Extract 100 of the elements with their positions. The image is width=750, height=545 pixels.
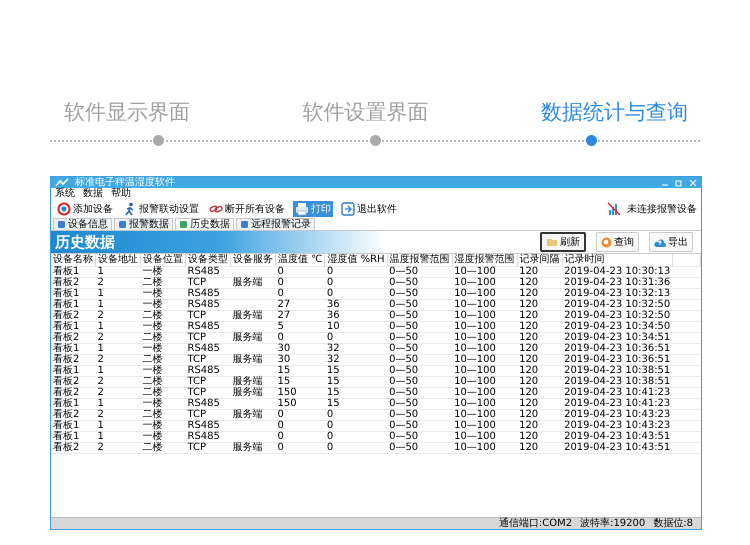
- no-signal-icon: [607, 202, 621, 216]
- table-cell: 1: [96, 432, 140, 442]
- action-button[interactable]: 导出: [649, 232, 693, 252]
- table-cell: TCP: [186, 376, 230, 388]
- table-cell: 二楼: [140, 332, 186, 344]
- table-cell: 2019-04-23 10:43:51: [562, 442, 672, 454]
- table-cell: 120: [517, 322, 562, 332]
- table-cell: 0: [276, 332, 325, 344]
- table-cell: 2019-04-23 10:36:51: [562, 354, 672, 366]
- table-cell: 看板2: [51, 278, 96, 288]
- section-title: 历史数据: [55, 232, 115, 252]
- toolbar-button[interactable]: 退出软件: [339, 200, 399, 216]
- table-cell: 10—100: [452, 442, 518, 454]
- table-cell: 0—50: [387, 354, 452, 366]
- table-cell: RS485: [186, 432, 230, 442]
- action-button[interactable]: 刷新: [540, 232, 586, 252]
- toolbar-button[interactable]: 添加设备: [55, 200, 115, 216]
- table-cell: 0—50: [387, 420, 452, 432]
- table-cell: 看板2: [51, 332, 96, 344]
- column-header[interactable]: 设备名称: [51, 254, 96, 266]
- table-cell: 0—50: [387, 266, 452, 278]
- tab[interactable]: 远程报警记录: [236, 218, 315, 230]
- tab[interactable]: 历史数据: [175, 218, 234, 230]
- table-cell: 服务端: [230, 442, 276, 454]
- table-cell: 看板2: [51, 388, 96, 398]
- table-cell: TCP: [186, 278, 230, 288]
- table-cell: 10—100: [452, 310, 518, 322]
- table-cell: 15: [324, 398, 388, 410]
- toolbar-button[interactable]: 断开所有设备: [207, 200, 287, 216]
- table-cell: 2019-04-23 10:36:51: [562, 344, 672, 354]
- table-cell: 150: [276, 388, 325, 398]
- table-cell: 10—100: [452, 354, 518, 366]
- table-cell: 看板1: [51, 398, 96, 410]
- table-cell: 服务端: [230, 278, 276, 288]
- table-cell: 2019-04-23 10:34:50: [562, 322, 672, 332]
- table-cell: 0—50: [387, 442, 452, 454]
- column-header[interactable]: 设备地址: [96, 254, 140, 266]
- table-cell: 看板2: [51, 354, 96, 366]
- column-header[interactable]: 记录间隔: [517, 254, 562, 266]
- menu-item[interactable]: 系统: [55, 188, 75, 199]
- close-icon[interactable]: [689, 178, 697, 186]
- table-cell: 32: [324, 344, 388, 354]
- table-cell: 2019-04-23 10:43:51: [562, 432, 672, 442]
- table-cell: 15: [276, 366, 325, 376]
- table-cell: RS485: [186, 322, 230, 332]
- table-cell: 服务端: [230, 310, 276, 322]
- table-cell: 120: [517, 366, 562, 376]
- table-cell: 0: [324, 278, 388, 288]
- restore-icon[interactable]: [675, 178, 683, 186]
- table-cell: 一楼: [140, 266, 186, 278]
- table-cell: 120: [517, 300, 562, 310]
- table-cell: 120: [517, 344, 562, 354]
- table-cell: 30: [276, 344, 325, 354]
- table-cell: 0—50: [387, 300, 452, 310]
- toolbar-button[interactable]: 报警联动设置: [121, 200, 201, 216]
- column-header[interactable]: 设备类型: [186, 254, 230, 266]
- table-cell: 服务端: [230, 388, 276, 398]
- table-cell: 2: [96, 442, 140, 454]
- table-cell: 120: [517, 376, 562, 388]
- table-cell: 服务端: [230, 332, 276, 344]
- table-cell: 0—50: [387, 278, 452, 288]
- table-cell: 0—50: [387, 310, 452, 322]
- table-cell: 二楼: [140, 376, 186, 388]
- tab[interactable]: 报警数据: [114, 218, 173, 230]
- tab[interactable]: 设备信息: [53, 218, 112, 230]
- table-cell: 150: [276, 398, 325, 410]
- table-cell: 2019-04-23 10:41:23: [562, 388, 672, 398]
- step-label: 软件设置界面: [302, 99, 428, 126]
- table-cell: 二楼: [140, 354, 186, 366]
- column-header[interactable]: 设备位置: [140, 254, 186, 266]
- menu-item[interactable]: 帮助: [111, 188, 131, 199]
- table-cell: 0—50: [387, 322, 452, 332]
- table-cell: 10—100: [452, 410, 518, 420]
- table-cell: 30: [276, 354, 325, 366]
- table-cell: 36: [324, 310, 388, 322]
- table-cell: 1: [96, 288, 140, 300]
- table-cell: 120: [517, 332, 562, 344]
- column-header[interactable]: 设备服务: [230, 254, 276, 266]
- table-cell: 120: [517, 278, 562, 288]
- table-cell: 2019-04-23 10:32:50: [562, 310, 672, 322]
- column-header[interactable]: 记录时间: [562, 254, 672, 266]
- table-cell: 0—50: [387, 398, 452, 410]
- ring-icon: [57, 202, 71, 216]
- table-cell: 10—100: [452, 300, 518, 310]
- table-cell: 2019-04-23 10:38:51: [562, 376, 672, 388]
- table-cell: 5: [276, 322, 325, 332]
- table-cell: 看板1: [51, 288, 96, 300]
- table-cell: 0—50: [387, 432, 452, 442]
- step-label: 数据统计与查询: [541, 99, 688, 126]
- table-cell: 0—50: [387, 410, 452, 420]
- table-cell: 0—50: [387, 366, 452, 376]
- table-cell: TCP: [186, 442, 230, 454]
- table-cell: 120: [517, 388, 562, 398]
- menu-item[interactable]: 数据: [83, 188, 103, 199]
- table-cell: 120: [517, 410, 562, 420]
- action-button[interactable]: 查询: [596, 232, 639, 252]
- tab-icon: [57, 220, 66, 229]
- table-cell: 0: [324, 442, 388, 454]
- table-cell: 0: [276, 266, 325, 278]
- table-cell: 服务端: [230, 410, 276, 420]
